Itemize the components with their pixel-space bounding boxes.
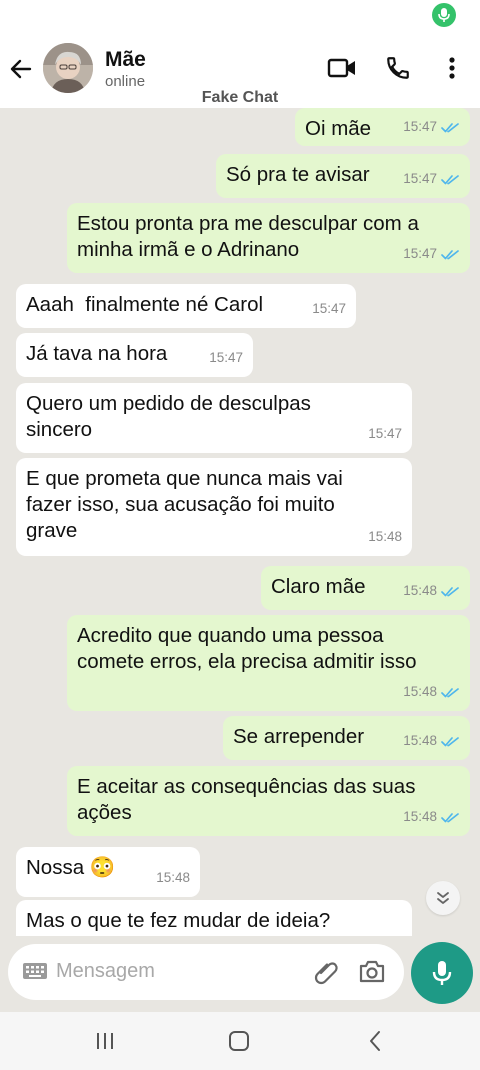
message-time: 15:47 (403, 246, 437, 261)
incoming-message-bubble[interactable]: Aaah finalmente né Carol 15:47 (16, 284, 356, 328)
message-time: 15:48 (368, 529, 402, 544)
back-arrow-icon[interactable] (6, 54, 36, 84)
message-meta: 15:48 (156, 865, 190, 891)
message-line: Aaah finalmente né Carol (26, 293, 264, 316)
read-receipt-double-check-icon (441, 114, 460, 140)
message-time: 15:47 (403, 171, 437, 186)
read-receipt-double-check-icon (441, 578, 460, 604)
read-receipt-double-check-icon (441, 804, 460, 830)
message-time: 15:48 (403, 809, 437, 824)
home-icon[interactable] (224, 1028, 254, 1054)
read-receipt-double-check-icon (441, 166, 460, 192)
message-meta: 15:47 (403, 114, 460, 140)
message-line: comete erros, ela precisa admitir isso (77, 650, 417, 673)
fake-chat-watermark: Fake Chat (201, 89, 279, 106)
outgoing-message-bubble[interactable]: Só pra te avisar 15:47 (216, 154, 470, 198)
incoming-message-bubble[interactable]: Quero um pedido de desculpas sincero 15:47 (16, 383, 412, 453)
incoming-message-bubble[interactable]: E que prometa que nunca mais vai fazer is… (16, 458, 412, 556)
message-line: fazer isso, sua acusação foi muito (26, 493, 335, 516)
message-meta: 15:48 (403, 578, 460, 604)
avatar[interactable] (43, 43, 93, 93)
message-time: 15:47 (403, 119, 437, 134)
message-meta: 15:47 (403, 166, 460, 192)
message-time: 15:48 (403, 583, 437, 598)
message-meta: 15:48 (403, 728, 460, 754)
message-meta: 15:47 (368, 421, 402, 447)
message-text: Quero um pedido de desculpas sincero (26, 391, 402, 443)
message-meta: 15:48 (403, 679, 460, 705)
message-time: 15:48 (403, 733, 437, 748)
back-nav-icon[interactable] (360, 1028, 390, 1054)
message-text: Mas o que te fez mudar de ideia? (26, 908, 402, 934)
message-meta: 15:47 (209, 345, 243, 371)
recent-apps-icon[interactable] (90, 1028, 120, 1054)
message-line: E que prometa que nunca mais vai (26, 467, 343, 490)
read-receipt-double-check-icon (441, 728, 460, 754)
incoming-message-bubble[interactable]: Nossa 😳 15:48 (16, 847, 200, 897)
mic-in-use-indicator-icon (432, 3, 456, 27)
outgoing-message-bubble[interactable]: Estou pronta pra me desculpar com a minha… (67, 203, 470, 273)
message-line: grave (26, 519, 78, 542)
double-chevron-down-icon[interactable] (426, 881, 460, 915)
incoming-message-bubble[interactable]: Já tava na hora 15:47 (16, 333, 253, 377)
camera-icon[interactable] (358, 958, 386, 989)
compose-bar: Mensagem (0, 936, 480, 1012)
read-receipt-double-check-icon (441, 241, 460, 267)
outgoing-message-bubble[interactable]: Se arrepender 15:48 (223, 716, 470, 760)
message-time: 15:48 (156, 870, 190, 885)
attach-icon[interactable] (312, 958, 340, 991)
system-navigation-bar (0, 1012, 480, 1070)
message-time: 15:47 (209, 350, 243, 365)
keyboard-icon[interactable] (22, 961, 48, 986)
contact-name[interactable]: Mãe (105, 48, 146, 72)
message-input[interactable]: Mensagem (8, 944, 404, 1000)
message-line: Mas o que te fez mudar de ideia? (26, 909, 331, 932)
message-time: 15:48 (403, 684, 437, 699)
outgoing-message-bubble[interactable]: Oi mãe 15:47 (295, 108, 470, 146)
chat-area[interactable]: Oi mãe 15:47 Só pra te avisar 15:47 Estou pr… (0, 108, 480, 936)
message-line: Quero um pedido de desculpas (26, 392, 311, 415)
read-receipt-double-check-icon (441, 679, 460, 705)
outgoing-message-bubble[interactable]: Claro mãe 15:48 (261, 566, 470, 610)
message-time: 15:47 (312, 301, 346, 316)
message-meta: 15:48 (368, 524, 402, 550)
message-meta: 15:48 (403, 804, 460, 830)
message-meta: 15:47 (403, 241, 460, 267)
video-call-icon[interactable] (326, 52, 358, 84)
message-line: sincero (26, 418, 93, 441)
outgoing-message-bubble[interactable]: E aceitar as consequências das suas ações… (67, 766, 470, 836)
phone-icon[interactable] (382, 52, 414, 84)
message-time: 15:47 (368, 426, 402, 441)
mic-icon[interactable] (411, 942, 473, 1004)
message-text: E que prometa que nunca mais vai fazer is… (26, 466, 402, 544)
message-text: Aaah finalmente né Carol (26, 292, 346, 318)
incoming-message-bubble[interactable]: Mas o que te fez mudar de ideia? (16, 900, 412, 936)
outgoing-message-bubble[interactable]: Acredito que quando uma pessoa comete err… (67, 615, 470, 711)
message-line: E aceitar as consequências das suas (77, 775, 416, 798)
message-text: Acredito que quando uma pessoa comete err… (77, 623, 460, 675)
message-line: Estou pronta pra me desculpar com a (77, 212, 419, 235)
message-line: Acredito que quando uma pessoa (77, 624, 384, 647)
status-bar (0, 0, 480, 34)
message-input-placeholder: Mensagem (56, 960, 155, 982)
more-options-icon[interactable] (436, 52, 468, 84)
contact-status: online (105, 73, 146, 90)
message-meta: 15:47 (312, 296, 346, 322)
